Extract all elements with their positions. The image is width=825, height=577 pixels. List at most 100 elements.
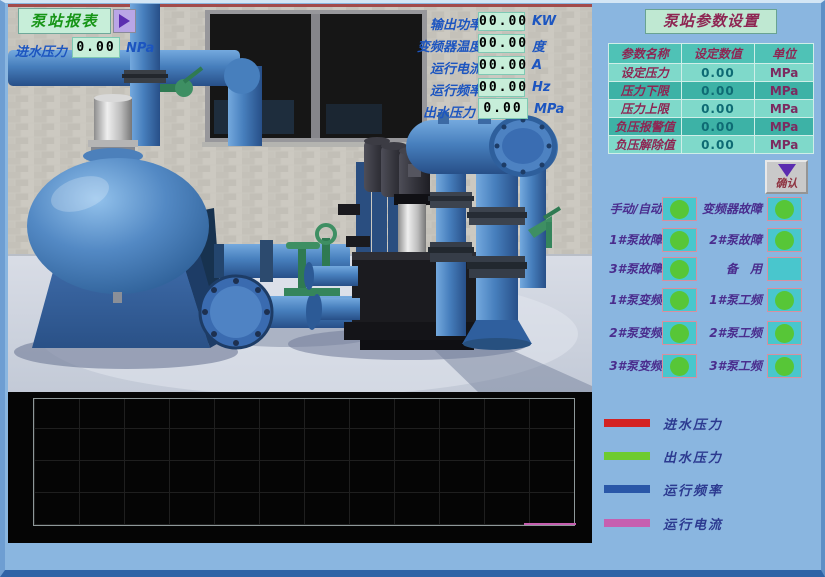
- run-current-trace: [524, 523, 576, 525]
- param-value[interactable]: 0.00: [681, 100, 755, 118]
- status-label: 3#泵变频: [596, 353, 662, 379]
- status-label: 2#泵变频: [596, 320, 662, 346]
- green-lamp-icon: [775, 231, 794, 250]
- confirm-label: 确认: [776, 175, 798, 191]
- col-header-name: 参数名称: [609, 44, 682, 64]
- status-indicator-pump2-vfd: [662, 321, 697, 345]
- run-frequency-value: 00.00: [478, 78, 525, 97]
- legend-item: 出水压力: [604, 449, 814, 463]
- param-name: 负压报警值: [609, 118, 682, 136]
- green-lamp-icon: [670, 231, 689, 250]
- green-lamp-icon: [775, 291, 794, 310]
- hmi-pump-station-screen: 泵站报表 进水压力 0.00 NPa 输出功率 00.00 KW 变频器温度 0…: [0, 0, 825, 577]
- status-indicator-manual-auto: [662, 197, 697, 221]
- run-frequency-label: 运行频率: [430, 80, 482, 99]
- table-row: 负压解除值 0.00 MPa: [609, 136, 814, 154]
- outlet-pressure-label: 出水压力: [423, 102, 475, 121]
- confirm-button[interactable]: 确认: [765, 160, 808, 194]
- trend-chart: [8, 392, 592, 543]
- param-name: 压力上限: [609, 100, 682, 118]
- legend-swatch: [604, 519, 650, 527]
- outlet-pressure-unit: MPa: [534, 102, 564, 117]
- legend-item: 运行频率: [604, 482, 814, 496]
- status-row: 1#泵故障 2#泵故障: [598, 227, 812, 253]
- output-power-unit: KW: [532, 14, 556, 29]
- status-label: 备 用: [696, 256, 762, 282]
- run-current-label: 运行电流: [430, 58, 482, 77]
- run-current-unit: A: [532, 58, 542, 73]
- green-lamp-icon: [670, 357, 689, 376]
- status-indicator-pump1-vfd: [662, 288, 697, 312]
- param-name: 负压解除值: [609, 136, 682, 154]
- status-label: 2#泵工频: [696, 320, 762, 346]
- inverter-temp-unit: 度: [532, 36, 545, 55]
- run-current-value: 00.00: [478, 56, 525, 75]
- col-header-unit: 单位: [755, 44, 814, 64]
- param-name: 设定压力: [609, 64, 682, 82]
- legend-label: 运行频率: [663, 480, 723, 499]
- param-unit: MPa: [755, 64, 814, 82]
- pump-station-3d-view: 泵站报表 进水压力 0.00 NPa 输出功率 00.00 KW 变频器温度 0…: [8, 4, 592, 392]
- green-lamp-icon: [775, 324, 794, 343]
- col-header-value: 设定数值: [681, 44, 755, 64]
- legend-swatch: [604, 419, 650, 427]
- param-name: 压力下限: [609, 82, 682, 100]
- inlet-pressure-label: 进水压力: [15, 41, 67, 60]
- legend-swatch: [604, 452, 650, 460]
- report-play-button[interactable]: [113, 9, 136, 33]
- legend-label: 进水压力: [663, 414, 723, 433]
- status-indicator-vfd-fault: [767, 197, 802, 221]
- status-row: 手动/自动 变频器故障: [598, 196, 812, 222]
- tank-drain: [113, 292, 122, 303]
- table-row: 负压报警值 0.00 MPa: [609, 118, 814, 136]
- output-power-label: 输出功率: [430, 14, 482, 33]
- param-value[interactable]: 0.00: [681, 82, 755, 100]
- param-unit: MPa: [755, 100, 814, 118]
- status-indicator-spare: [767, 257, 802, 281]
- status-label: 手动/自动: [596, 196, 662, 222]
- param-value[interactable]: 0.00: [681, 118, 755, 136]
- settings-panel-title: 泵站参数设置: [645, 9, 777, 34]
- legend-label: 出水压力: [663, 447, 723, 466]
- status-label: 2#泵故障: [696, 227, 762, 253]
- green-lamp-icon: [670, 200, 689, 219]
- legend-label: 运行电流: [663, 514, 723, 533]
- legend-swatch: [604, 485, 650, 493]
- output-power-value: 00.00: [478, 12, 525, 31]
- green-lamp-icon: [775, 200, 794, 219]
- param-unit: MPa: [755, 82, 814, 100]
- green-lamp-icon: [670, 291, 689, 310]
- parameter-table: 参数名称 设定数值 单位 设定压力 0.00 MPa 压力下限 0.00 MPa…: [608, 43, 814, 154]
- play-icon: [119, 14, 130, 28]
- outlet-pressure-value: 0.00: [478, 98, 528, 119]
- status-indicator-pump1-line: [767, 288, 802, 312]
- status-indicator-pump3-line: [767, 354, 802, 378]
- legend-item: 进水压力: [604, 416, 814, 430]
- status-indicator-pump2-line: [767, 321, 802, 345]
- param-value[interactable]: 0.00: [681, 64, 755, 82]
- param-value[interactable]: 0.00: [681, 136, 755, 154]
- status-label: 3#泵故障: [596, 256, 662, 282]
- status-row: 3#泵变频 3#泵工频: [598, 353, 812, 379]
- status-row: 2#泵变频 2#泵工频: [598, 320, 812, 346]
- status-label: 变频器故障: [696, 196, 762, 222]
- report-button[interactable]: 泵站报表: [18, 8, 111, 34]
- status-row: 3#泵故障 备 用: [598, 256, 812, 282]
- status-row: 1#泵变频 1#泵工频: [598, 287, 812, 313]
- param-unit: MPa: [755, 118, 814, 136]
- status-label: 1#泵变频: [596, 287, 662, 313]
- green-lamp-icon: [775, 357, 794, 376]
- inlet-pressure-value: 0.00: [72, 37, 120, 58]
- status-indicator-pump3-fault: [662, 257, 697, 281]
- pressure-tank: [27, 158, 209, 294]
- status-indicator-pump3-vfd: [662, 354, 697, 378]
- inverter-temp-value: 00.00: [478, 34, 525, 53]
- status-indicator-pump1-fault: [662, 228, 697, 252]
- wall-top-trim: [8, 4, 592, 7]
- status-label: 1#泵故障: [596, 227, 662, 253]
- table-row: 设定压力 0.00 MPa: [609, 64, 814, 82]
- table-row: 压力下限 0.00 MPa: [609, 82, 814, 100]
- status-label: 3#泵工频: [696, 353, 762, 379]
- green-lamp-icon: [670, 324, 689, 343]
- run-frequency-unit: Hz: [532, 80, 550, 95]
